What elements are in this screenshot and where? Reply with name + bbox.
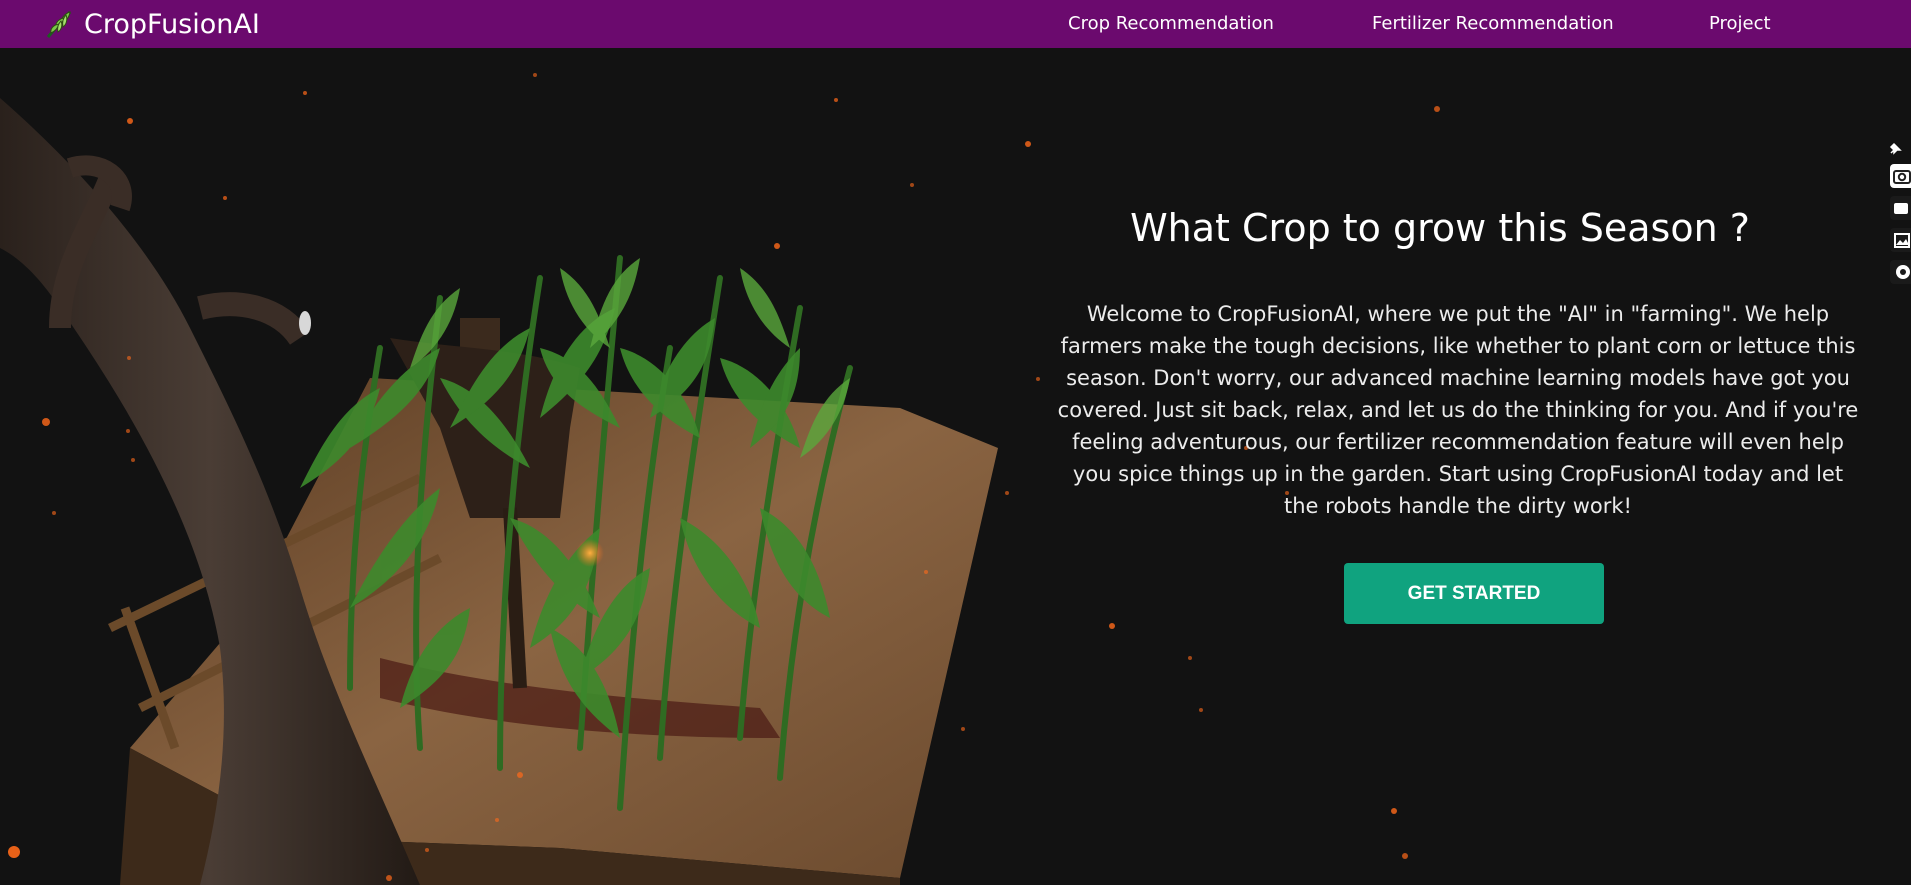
nav-project[interactable]: Project: [1709, 13, 1771, 34]
nav-crop-recommendation[interactable]: Crop Recommendation: [1068, 13, 1274, 34]
hero-description: Welcome to CropFusionAI, where we put th…: [1057, 302, 1859, 518]
farm-scene-illustration: [0, 98, 998, 885]
nav-fertilizer-recommendation[interactable]: Fertilizer Recommendation: [1372, 13, 1614, 34]
camera-icon[interactable]: [1890, 164, 1911, 188]
pin-icon[interactable]: [1888, 142, 1902, 156]
side-toolbar: [1884, 140, 1911, 290]
video-icon[interactable]: [1890, 196, 1911, 220]
brand-name: CropFusionAI: [84, 8, 260, 40]
gallery-icon[interactable]: [1890, 228, 1911, 252]
settings-icon[interactable]: [1890, 260, 1911, 284]
get-started-button[interactable]: GET STARTED: [1344, 563, 1604, 624]
leaf-icon: [46, 11, 72, 38]
top-navbar: CropFusionAI Crop Recommendation Fertili…: [0, 0, 1911, 48]
brand-link[interactable]: CropFusionAI: [42, 6, 260, 42]
hero-title: What Crop to grow this Season ?: [1130, 206, 1750, 250]
